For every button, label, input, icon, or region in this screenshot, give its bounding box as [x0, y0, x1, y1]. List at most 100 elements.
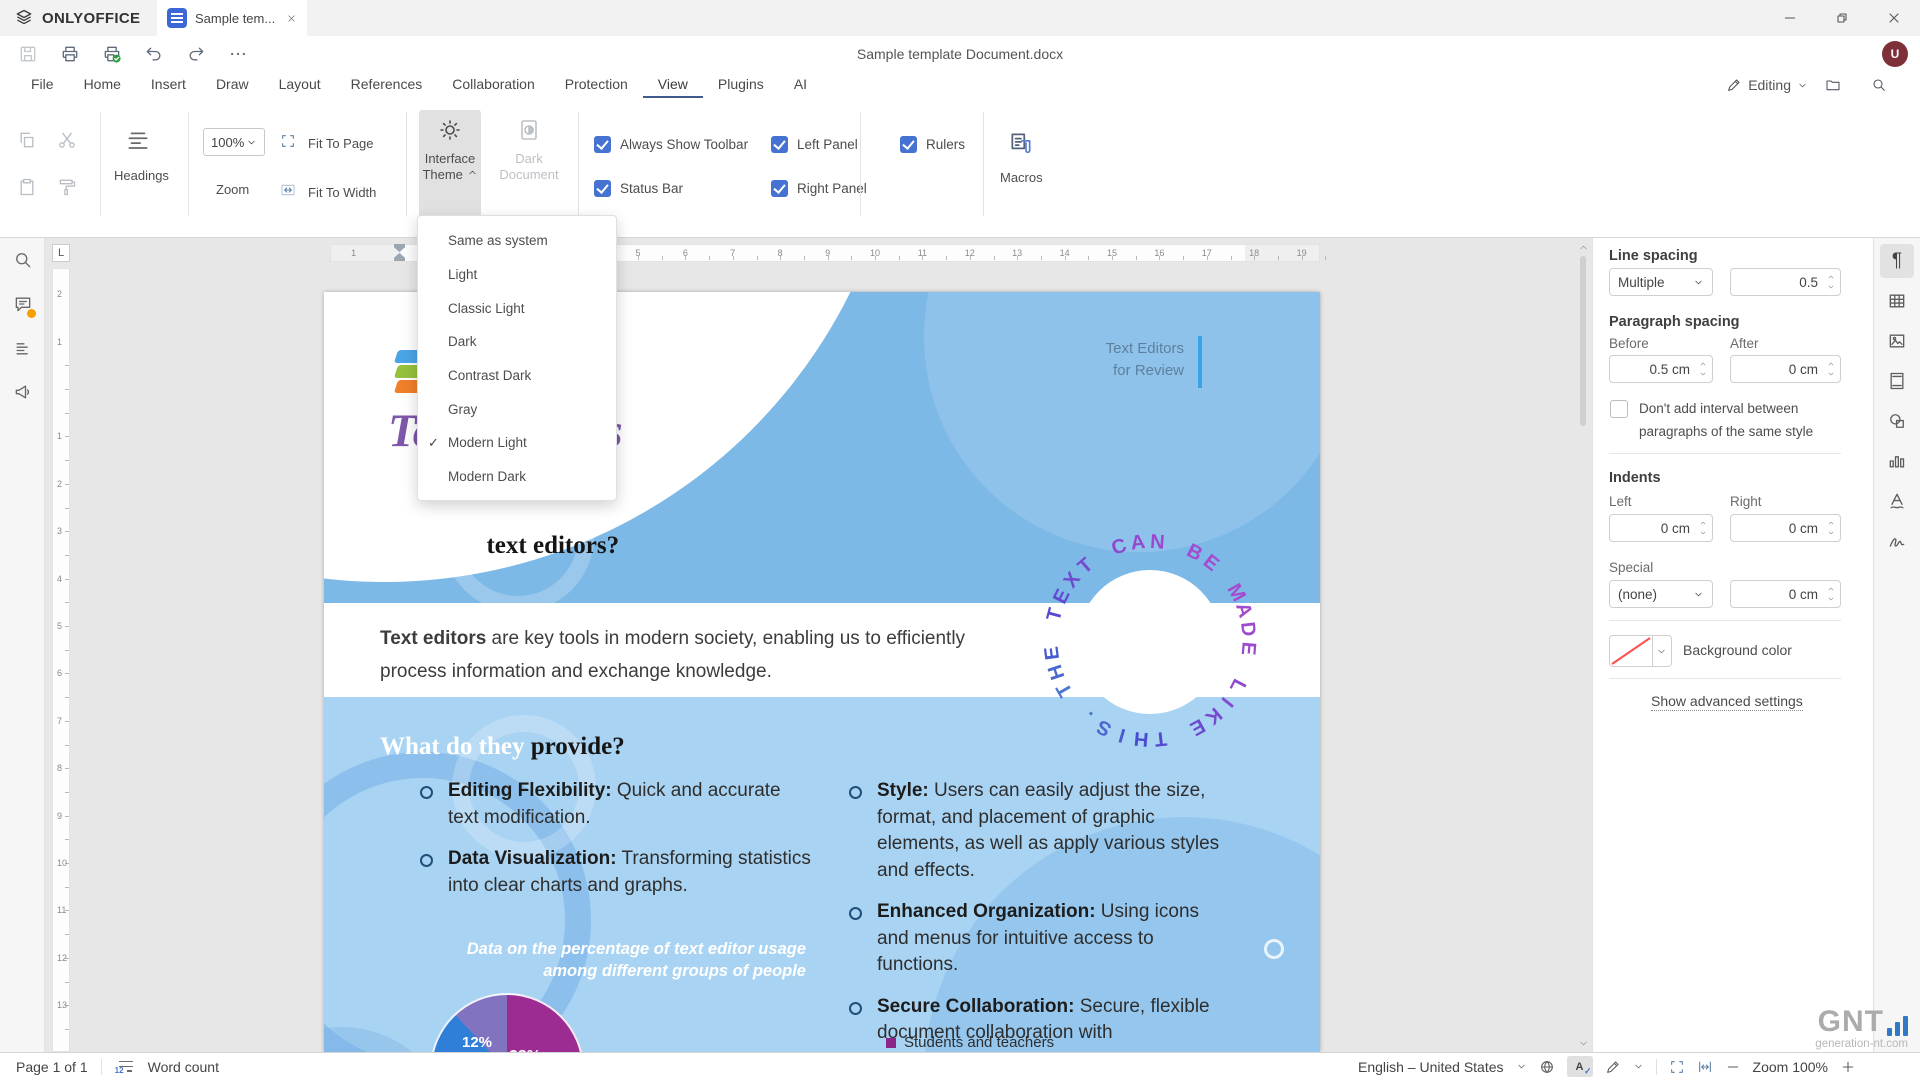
copy-style-icon[interactable] — [57, 177, 77, 197]
spinner-arrows[interactable] — [1827, 585, 1835, 603]
headerfooter-settings-icon[interactable] — [1880, 364, 1914, 398]
interval-checkbox[interactable] — [1610, 400, 1628, 418]
macros-label[interactable]: Macros — [1000, 170, 1043, 185]
theme-option-same-as-system[interactable]: Same as system — [418, 224, 616, 258]
zoom-select[interactable]: 100% — [203, 128, 265, 156]
line-spacing-input[interactable]: 0.5 — [1730, 268, 1841, 296]
dark-document-button[interactable]: Dark Document — [498, 110, 560, 222]
menu-item-ai[interactable]: AI — [779, 72, 822, 98]
checkbox-checked[interactable] — [900, 136, 917, 153]
feedback-icon[interactable] — [0, 370, 45, 414]
background-color-dropdown[interactable] — [1651, 635, 1672, 667]
theme-option-gray[interactable]: Gray — [418, 392, 616, 426]
view-option-always-show-toolbar[interactable]: Always Show Toolbar — [594, 136, 748, 153]
fit-to-page-label[interactable]: Fit To Page — [308, 136, 374, 151]
macros-icon[interactable] — [1008, 130, 1034, 156]
spinner-arrows[interactable] — [1827, 360, 1835, 378]
checkbox-checked[interactable] — [771, 136, 788, 153]
fit-to-page-icon[interactable] — [280, 133, 296, 149]
minimize-button[interactable] — [1764, 0, 1816, 36]
shape-settings-icon[interactable] — [1880, 404, 1914, 438]
track-changes-icon[interactable] — [1605, 1059, 1621, 1075]
paragraph-settings-icon[interactable]: ¶ — [1880, 244, 1914, 278]
vertical-scrollbar[interactable] — [1576, 238, 1590, 1052]
headings-label[interactable]: Headings — [114, 168, 169, 183]
special-select[interactable]: (none) — [1609, 580, 1713, 608]
spell-check-toggle[interactable]: A✓ — [1567, 1056, 1593, 1077]
show-advanced-settings-link[interactable]: Show advanced settings — [1651, 693, 1803, 711]
undo-icon[interactable] — [136, 39, 172, 69]
menu-item-references[interactable]: References — [336, 72, 438, 98]
menu-item-protection[interactable]: Protection — [550, 72, 643, 98]
view-option-status-bar[interactable]: Status Bar — [594, 180, 683, 197]
fit-page-icon[interactable] — [1669, 1059, 1685, 1075]
line-spacing-select[interactable]: Multiple — [1609, 268, 1713, 296]
theme-option-modern-dark[interactable]: Modern Dark — [418, 460, 616, 494]
zoom-level[interactable]: Zoom 100% — [1753, 1059, 1828, 1075]
page-indicator[interactable]: Page 1 of 1 — [16, 1059, 88, 1075]
zoom-out-icon[interactable] — [1725, 1059, 1741, 1075]
close-button[interactable] — [1868, 0, 1920, 36]
redo-icon[interactable] — [178, 39, 214, 69]
image-settings-icon[interactable] — [1880, 324, 1914, 358]
copy-icon[interactable] — [17, 130, 37, 150]
headings-icon[interactable] — [125, 128, 151, 154]
spinner-arrows[interactable] — [1827, 273, 1835, 291]
word-count-label[interactable]: Word count — [148, 1059, 219, 1075]
save-icon[interactable] — [10, 39, 46, 69]
table-settings-icon[interactable] — [1880, 284, 1914, 318]
chevron-down-icon[interactable] — [1633, 1061, 1644, 1072]
editing-mode-selector[interactable]: Editing — [1726, 72, 1808, 98]
vertical-ruler[interactable]: 2112345678910111213 — [52, 268, 70, 1052]
cut-icon[interactable] — [57, 130, 77, 150]
scrollbar-thumb[interactable] — [1580, 256, 1586, 426]
interface-theme-button[interactable]: Interface Theme — [419, 110, 481, 222]
tab-close-icon[interactable] — [286, 13, 297, 24]
signature-settings-icon[interactable] — [1880, 524, 1914, 558]
menu-item-insert[interactable]: Insert — [136, 72, 201, 98]
search-icon[interactable] — [0, 238, 45, 282]
theme-option-light[interactable]: Light — [418, 258, 616, 292]
menu-item-plugins[interactable]: Plugins — [703, 72, 779, 98]
fit-width-icon[interactable] — [1697, 1059, 1713, 1075]
chevron-down-icon[interactable] — [1516, 1061, 1527, 1072]
checkbox-checked[interactable] — [594, 136, 611, 153]
background-color-swatch[interactable] — [1609, 635, 1653, 667]
menu-item-layout[interactable]: Layout — [264, 72, 336, 98]
spinner-arrows[interactable] — [1699, 360, 1707, 378]
view-option-left-panel[interactable]: Left Panel — [771, 136, 858, 153]
menu-item-draw[interactable]: Draw — [201, 72, 264, 98]
view-option-rulers[interactable]: Rulers — [900, 136, 965, 153]
language-selector[interactable]: English – United States — [1358, 1059, 1504, 1075]
fit-to-width-icon[interactable] — [280, 182, 296, 198]
checkbox-checked[interactable] — [594, 180, 611, 197]
zoom-in-icon[interactable] — [1840, 1059, 1856, 1075]
open-file-location-button[interactable] — [1818, 72, 1848, 98]
menu-item-collaboration[interactable]: Collaboration — [437, 72, 550, 98]
chart-settings-icon[interactable] — [1880, 444, 1914, 478]
indent-left-input[interactable]: 0 cm — [1609, 514, 1713, 542]
indent-right-input[interactable]: 0 cm — [1730, 514, 1841, 542]
spinner-arrows[interactable] — [1827, 519, 1835, 537]
navigation-icon[interactable] — [0, 326, 45, 370]
menu-item-view[interactable]: View — [643, 72, 703, 98]
theme-option-contrast-dark[interactable]: Contrast Dark — [418, 359, 616, 393]
more-icon[interactable] — [220, 39, 256, 69]
spacing-before-input[interactable]: 0.5 cm — [1609, 355, 1713, 383]
fit-to-width-label[interactable]: Fit To Width — [308, 185, 376, 200]
document-tab[interactable]: Sample tem... — [157, 0, 307, 36]
quick-print-icon[interactable] — [94, 39, 130, 69]
scroll-up-icon[interactable] — [1576, 240, 1590, 254]
view-option-right-panel[interactable]: Right Panel — [771, 180, 867, 197]
theme-option-modern-light[interactable]: ✓Modern Light — [418, 426, 616, 460]
checkbox-checked[interactable] — [771, 180, 788, 197]
spinner-arrows[interactable] — [1699, 519, 1707, 537]
print-icon[interactable] — [52, 39, 88, 69]
paste-icon[interactable] — [17, 177, 37, 197]
tab-stop-selector[interactable]: L — [52, 244, 70, 262]
menu-item-file[interactable]: File — [16, 72, 69, 98]
spacing-after-input[interactable]: 0 cm — [1730, 355, 1841, 383]
set-language-globe-icon[interactable] — [1539, 1059, 1555, 1075]
user-avatar[interactable]: U — [1882, 41, 1908, 67]
scroll-down-icon[interactable] — [1576, 1036, 1590, 1050]
